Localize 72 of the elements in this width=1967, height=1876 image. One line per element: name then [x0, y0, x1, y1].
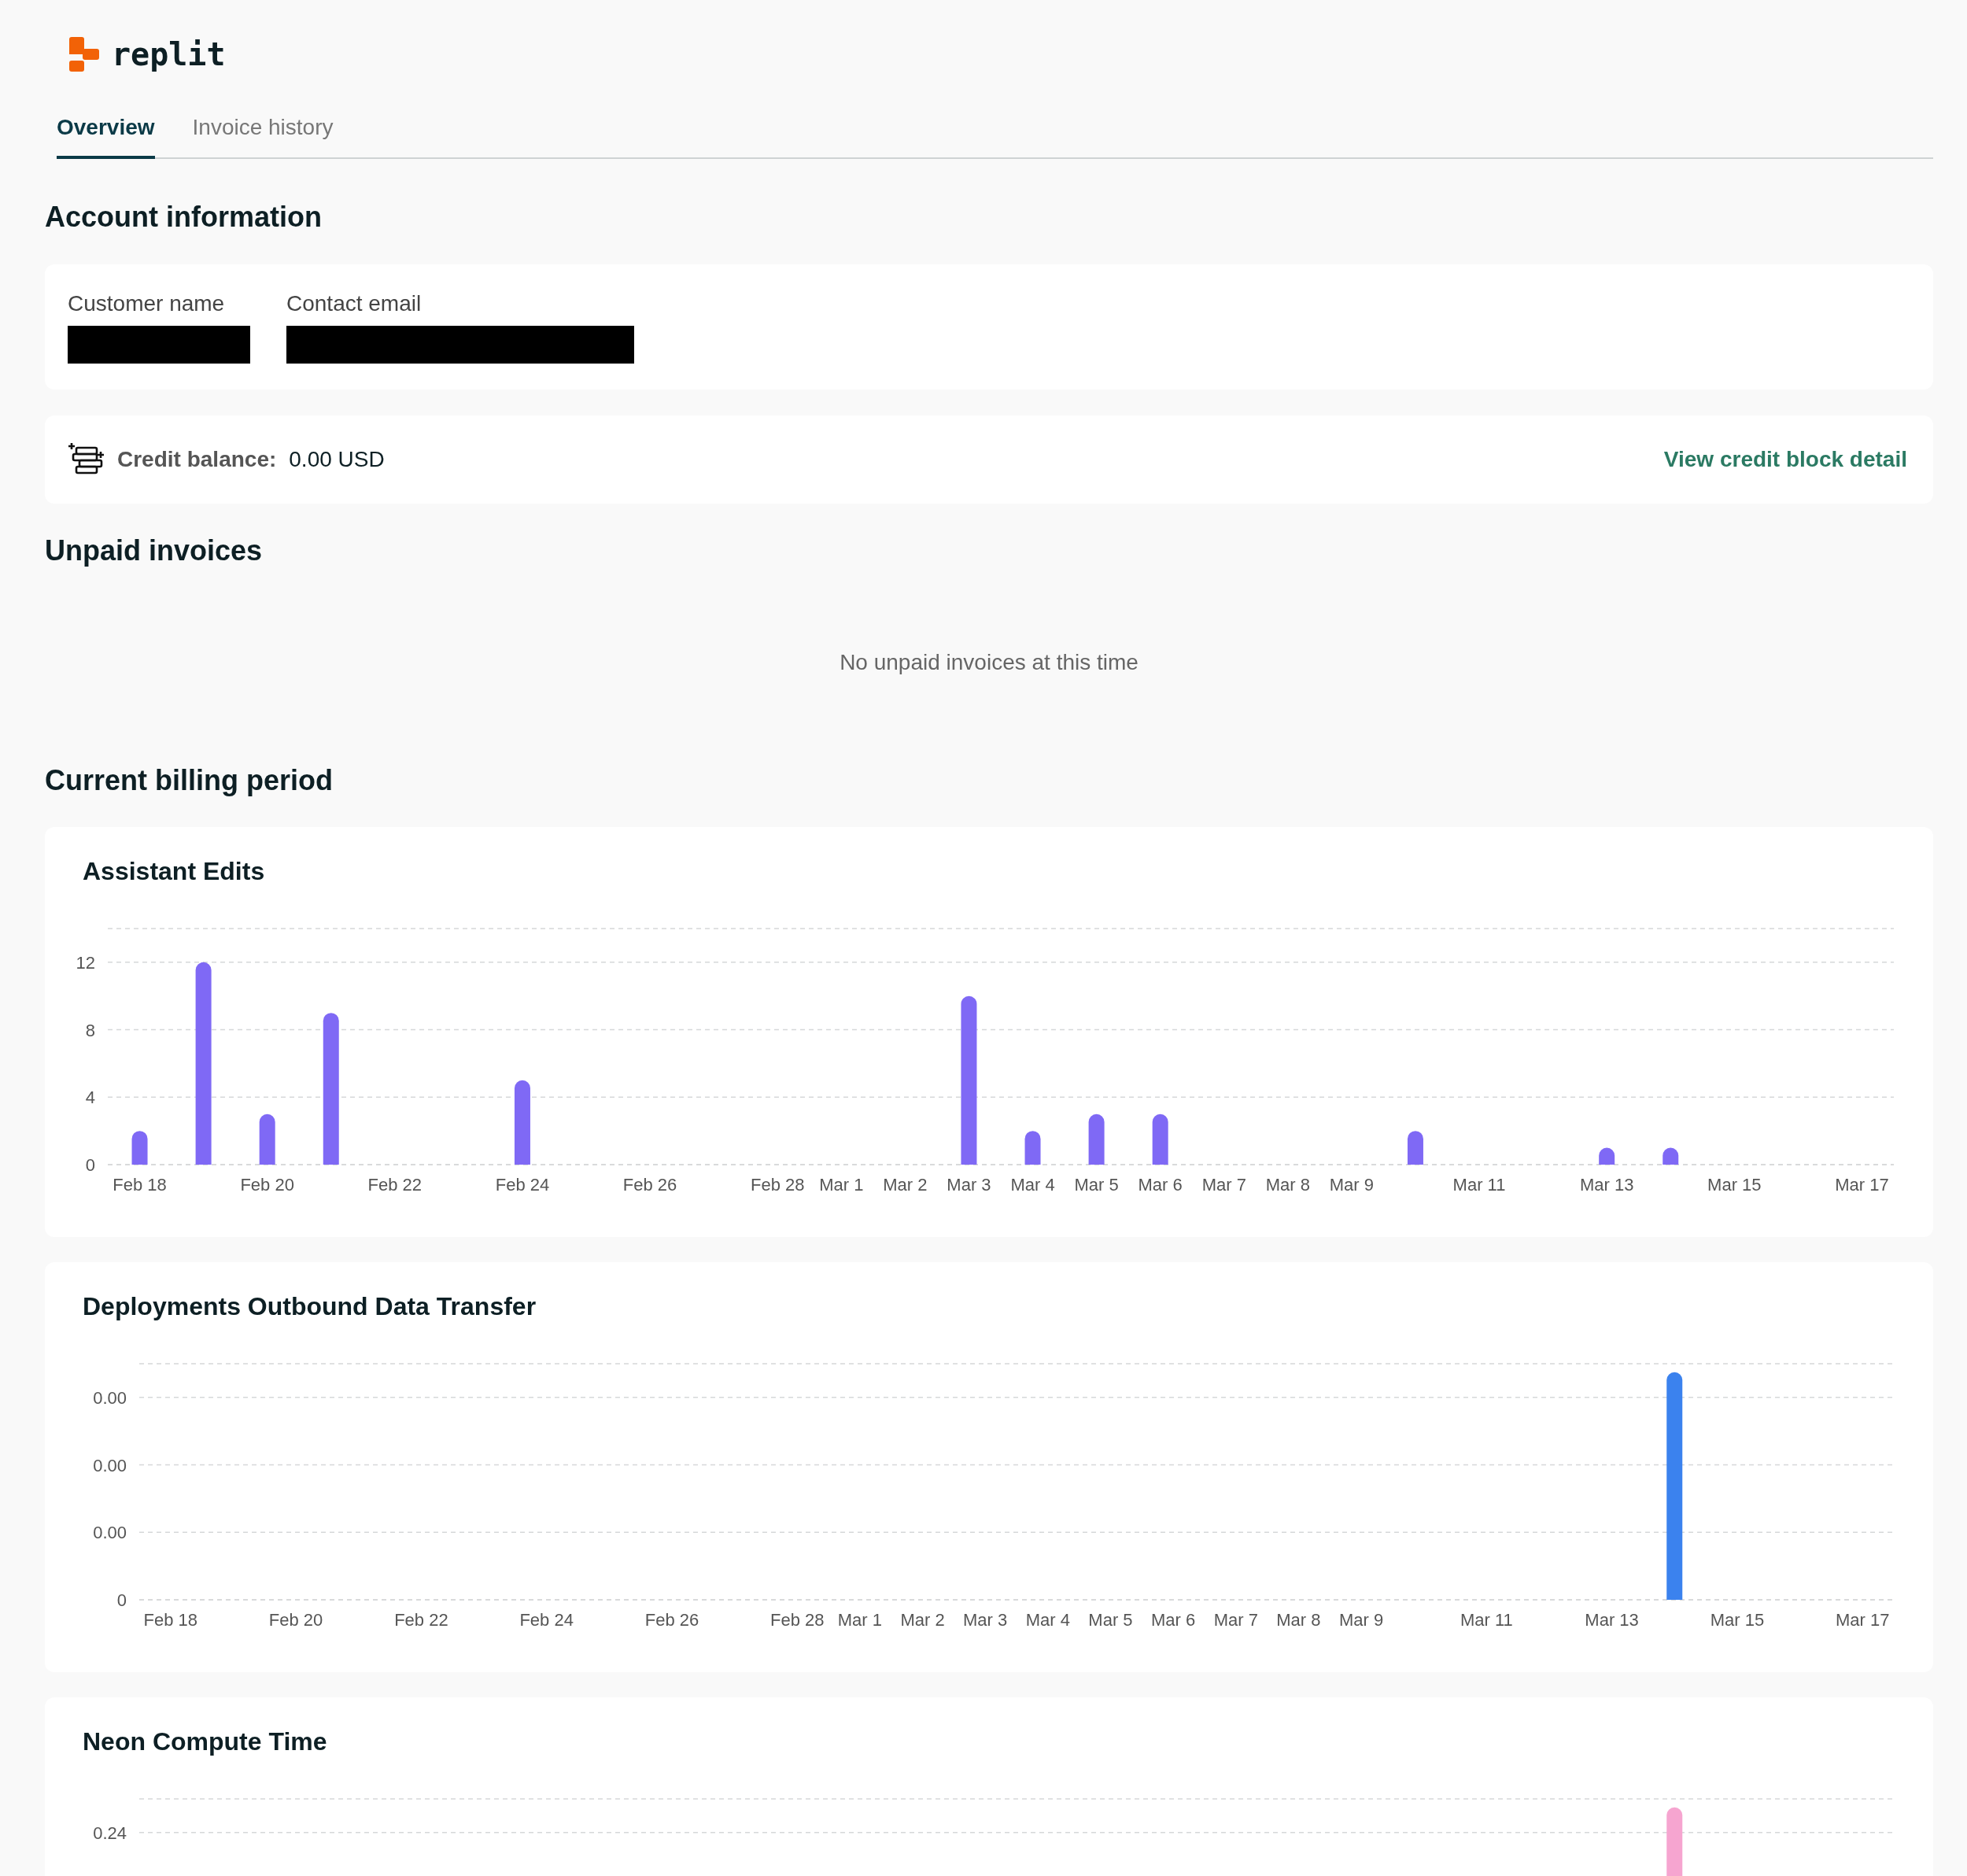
field-label: Customer name	[68, 291, 226, 316]
axis-tick-label: Mar 7	[1213, 1610, 1258, 1630]
chart-bar	[1152, 1113, 1168, 1165]
axis-tick-label: Mar 11	[1460, 1610, 1513, 1630]
axis-tick-label: 0	[116, 1590, 127, 1610]
chart-title: Deployments Outbound Data Transfer	[83, 1292, 537, 1320]
axis-tick-label: Feb 22	[367, 1175, 423, 1195]
axis-tick-label: Mar 13	[1579, 1175, 1634, 1195]
logo-wordmark: replit	[112, 36, 226, 72]
logo-icon	[69, 37, 99, 72]
axis-tick-label: Mar 15	[1707, 1175, 1762, 1195]
axis-tick-label: 0.00	[93, 1387, 127, 1408]
axis-tick-label: Mar 5	[1074, 1175, 1119, 1195]
axis-tick-label: Mar 5	[1088, 1610, 1133, 1630]
field-label: Contact email	[286, 291, 423, 316]
axis-tick-label: Mar 1	[819, 1175, 864, 1195]
axis-tick-label: Mar 4	[1025, 1610, 1070, 1630]
axis-tick-label: Feb 28	[751, 1175, 805, 1195]
axis-tick-label: Mar 17	[1835, 1175, 1889, 1195]
axis-tick-label: Mar 11	[1452, 1175, 1506, 1195]
axis-tick-label: Mar 3	[947, 1175, 991, 1195]
coin-stack-icon	[68, 443, 105, 476]
section-heading: Current billing period	[45, 763, 334, 798]
credit-label: Credit balance:	[117, 447, 277, 472]
tab[interactable]: Overview	[57, 115, 155, 159]
axis-tick-label: Mar 15	[1710, 1610, 1765, 1630]
axis-tick-label: Feb 26	[622, 1175, 677, 1195]
chart-bar	[1599, 1147, 1615, 1165]
axis-tick-label: 0.24	[93, 1822, 127, 1843]
axis-tick-label: 8	[85, 1020, 95, 1040]
axis-tick-label: Mar 17	[1835, 1610, 1890, 1630]
chart-bar	[1663, 1147, 1679, 1165]
axis-tick-label: Mar 4	[1010, 1175, 1055, 1195]
axis-tick-label: Feb 24	[495, 1175, 550, 1195]
section-heading: Account information	[45, 200, 323, 234]
credit-value: 0.00 USD	[289, 447, 385, 472]
axis-tick-label: Mar 2	[900, 1610, 945, 1630]
axis-tick-label: Mar 2	[883, 1175, 928, 1195]
chart-bar	[1024, 1131, 1041, 1165]
section-heading: Unpaid invoices	[45, 534, 264, 568]
axis-tick-label: Feb 18	[143, 1610, 198, 1630]
axis-tick-label: Mar 6	[1151, 1610, 1196, 1630]
axis-tick-label: Feb 18	[113, 1175, 167, 1195]
axis-tick-label: Feb 20	[268, 1610, 323, 1630]
empty-message: No unpaid invoices at this time	[839, 650, 1139, 675]
axis-tick-label: 4	[85, 1088, 95, 1108]
chart-bar	[131, 1131, 148, 1165]
axis-tick-label: Mar 8	[1276, 1610, 1321, 1630]
axis-tick-label: Mar 1	[837, 1610, 882, 1630]
axis-tick-label: Mar 13	[1585, 1610, 1639, 1630]
chart-bar	[259, 1113, 275, 1165]
chart-bar	[1407, 1131, 1423, 1165]
axis-tick-label: Feb 24	[519, 1610, 574, 1630]
axis-tick-label: 0.00	[93, 1523, 127, 1543]
axis-tick-label: Feb 22	[394, 1610, 448, 1630]
axis-tick-label: Mar 8	[1265, 1175, 1310, 1195]
axis-tick-label: Mar 3	[963, 1610, 1008, 1630]
chart-bar	[1088, 1113, 1105, 1165]
credit-detail-link[interactable]: View credit block detail	[1663, 447, 1907, 472]
axis-tick-label: 12	[76, 952, 95, 973]
axis-tick-label: 0.00	[93, 1455, 127, 1475]
axis-tick-label: Feb 20	[240, 1175, 294, 1195]
axis-tick-label: Mar 9	[1338, 1610, 1384, 1630]
axis-tick-label: Mar 7	[1201, 1175, 1246, 1195]
axis-tick-label: Mar 6	[1138, 1175, 1183, 1195]
chart-title: Neon Compute Time	[83, 1727, 328, 1756]
axis-tick-label: Mar 9	[1329, 1175, 1374, 1195]
tab[interactable]: Invoice history	[192, 115, 334, 159]
axis-tick-label: Feb 28	[770, 1610, 825, 1630]
axis-tick-label: 0	[85, 1155, 95, 1175]
chart-title: Assistant Edits	[83, 857, 266, 885]
axis-tick-label: Feb 26	[644, 1610, 699, 1630]
